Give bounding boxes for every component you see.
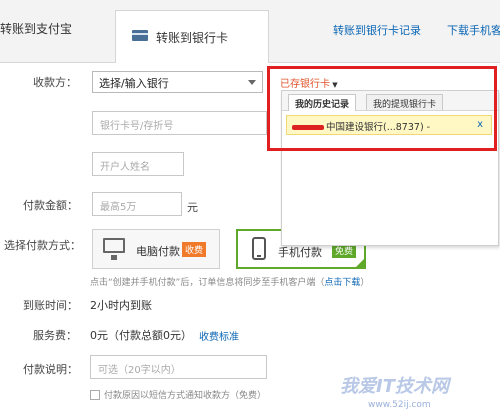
sms-notify-label: 付款原因以短信方式通知收款方（免费）: [104, 391, 267, 401]
payment-method-label: 选择付款方式：: [4, 239, 81, 252]
service-fee-label: 服务费：: [33, 329, 77, 342]
bank-card-icon: [132, 30, 148, 41]
service-fee-value: 0元（付款总额0元）: [90, 329, 192, 342]
phone-icon: [252, 237, 266, 260]
watermark-url: www.52ij.com: [368, 400, 431, 410]
tab-transfer-to-alipay[interactable]: 转账到支付宝: [0, 20, 72, 37]
card-number-input[interactable]: 银行卡号/存折号: [92, 111, 267, 135]
computer-icon: [103, 238, 125, 260]
selected-check-icon: [354, 257, 366, 269]
hint-text: 点击“创建并手机付款”后，订单信息将同步至手机客户端（: [90, 278, 325, 288]
bank-select[interactable]: 选择/输入银行: [92, 71, 263, 93]
amount-label: 付款金额：: [23, 199, 78, 212]
payment-note-input[interactable]: 可选（20字以内）: [90, 355, 267, 379]
arrival-time-value: 2小时内到账: [90, 299, 152, 312]
account-holder-name-input[interactable]: 开户人姓名: [92, 152, 184, 176]
download-mobile-client-link[interactable]: 下载手机客: [447, 22, 500, 38]
watermark-text: 我爱IT技术网: [340, 376, 449, 397]
highlight-frame: [267, 66, 497, 151]
tab-label: 转账到银行卡: [156, 31, 229, 45]
tab-transfer-to-bank-card[interactable]: 转账到银行卡: [115, 10, 269, 63]
amount-input[interactable]: 最高5万: [92, 192, 182, 216]
fee-standard-link[interactable]: 收费标准: [199, 328, 239, 343]
pc-payment-label: 电脑付款: [136, 245, 180, 258]
payment-note-label: 付款说明：: [23, 363, 78, 376]
bank-transfer-records-link[interactable]: 转账到银行卡记录: [333, 22, 421, 38]
hint-close: ）: [360, 278, 370, 288]
arrival-time-label: 到账时间：: [23, 299, 78, 312]
amount-unit: 元: [187, 201, 198, 214]
mobile-pay-hint: 点击“创建并手机付款”后，订单信息将同步至手机客户端（点击下载）: [90, 275, 369, 288]
fee-badge: 收费: [182, 242, 207, 257]
pc-payment-option[interactable]: 电脑付款 收费: [92, 229, 220, 269]
chevron-down-icon: [248, 80, 256, 85]
bank-select-value: 选择/输入银行: [99, 77, 169, 90]
payee-label: 收款方：: [33, 76, 77, 89]
download-link[interactable]: 点击下载: [324, 278, 360, 288]
mobile-payment-label: 手机付款: [278, 246, 322, 259]
sms-notify-checkbox[interactable]: [90, 390, 100, 400]
